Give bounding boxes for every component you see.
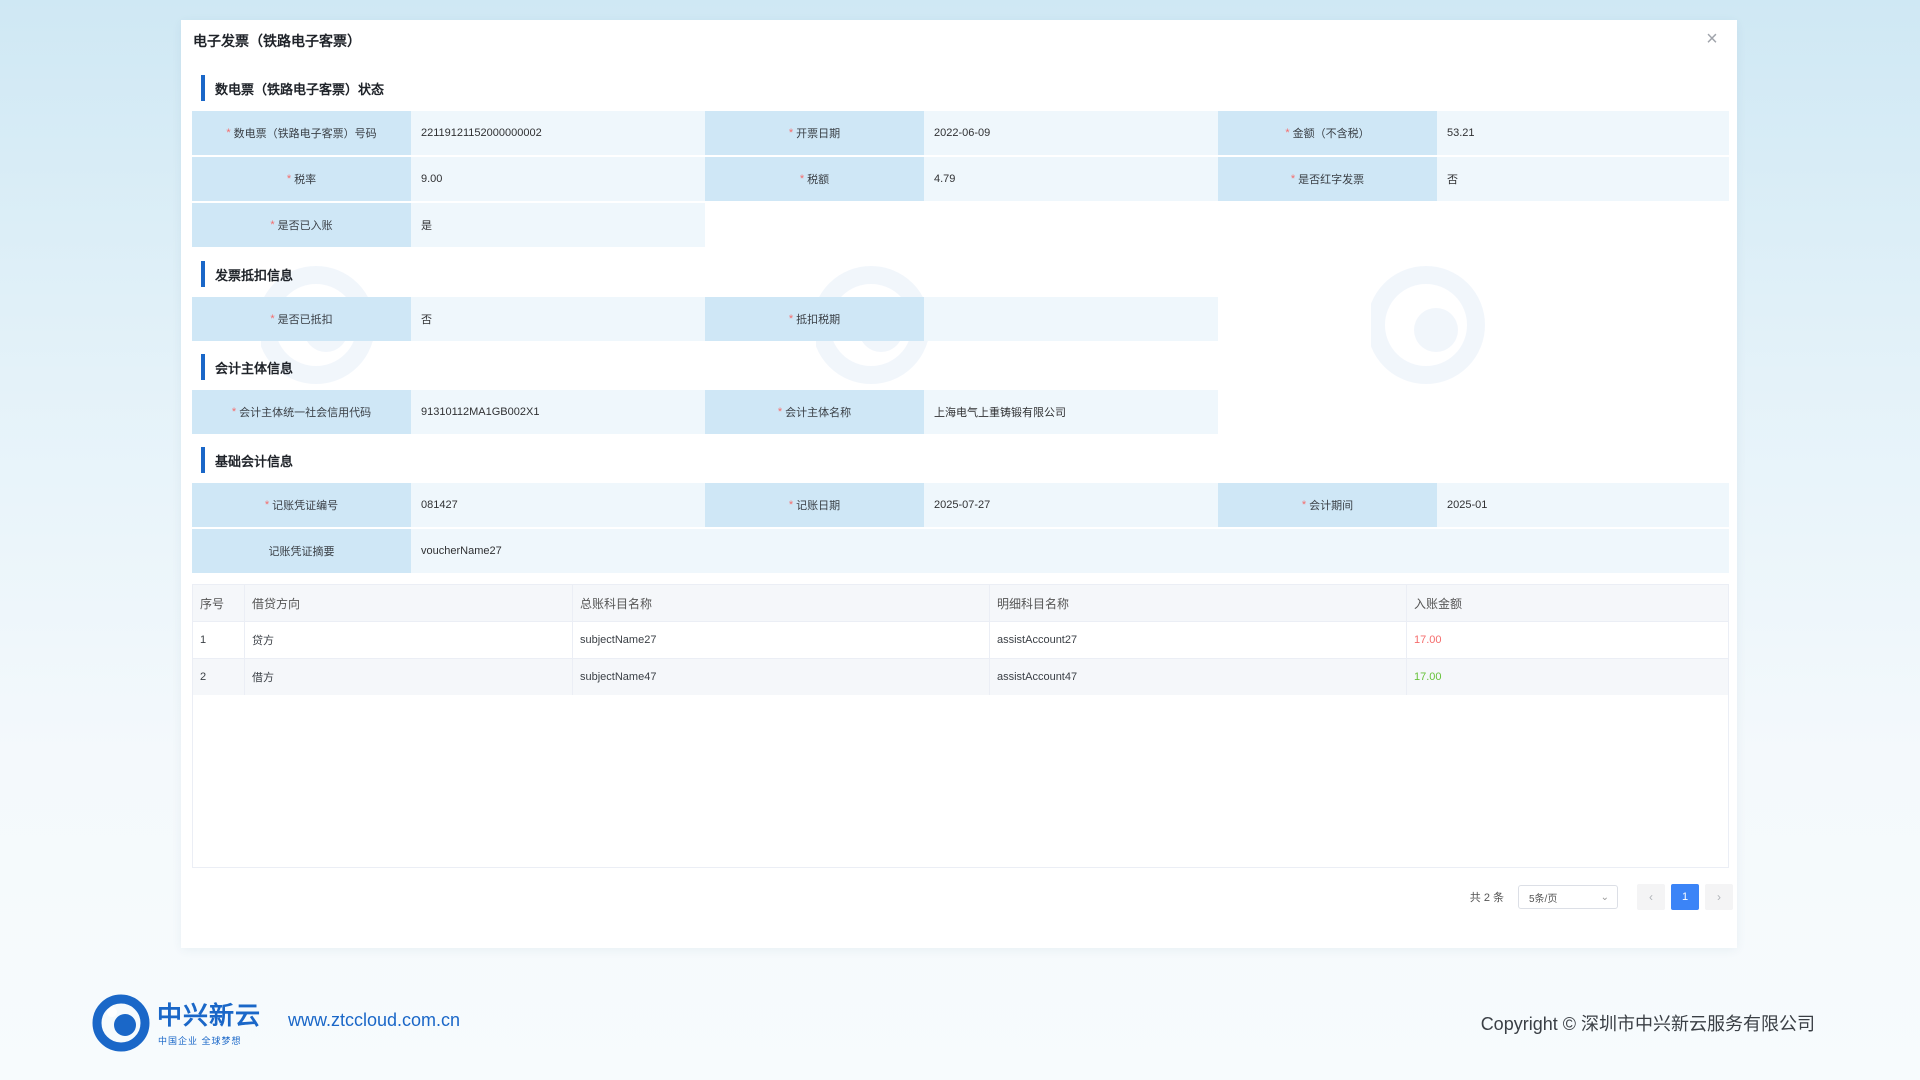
deducted-value: 否 — [411, 297, 705, 341]
deducted-label: * 是否已抵扣 — [192, 297, 411, 341]
red-invoice-value: 否 — [1437, 157, 1729, 201]
row-amount: 17.00 — [1414, 671, 1442, 683]
section-title: 发票抵扣信息 — [215, 267, 294, 283]
logo-slogan: 中国企业 全球梦想 — [158, 1036, 242, 1046]
status-form: * 数电票（铁路电子客票）号码 22119121152000000002 * 开票日… — [192, 111, 1729, 247]
tax-amount-label: * 税额 — [705, 157, 924, 201]
tax-amount-value: 4.79 — [924, 157, 1218, 201]
amount-label: * 金额（不含税） — [1218, 111, 1437, 155]
invoice-dialog: 电子发票（铁路电子客票） × 数电票（铁路电子客票）状态 * 数电票（铁路电子客票… — [181, 20, 1737, 948]
row-index: 2 — [193, 659, 245, 695]
invoice-number-label: * 数电票（铁路电子客票）号码 — [192, 111, 411, 155]
section-deduction-heading: 发票抵扣信息 — [201, 261, 293, 287]
table-row[interactable]: 1 贷方 subjectName27 assistAccount27 17.00 — [193, 621, 1728, 658]
chevron-down-icon: ⌄ — [1600, 891, 1609, 903]
section-accounting-heading: 基础会计信息 — [201, 447, 293, 473]
company-logo-icon — [92, 994, 150, 1052]
booked-value: 是 — [411, 203, 705, 247]
row-subject: subjectName47 — [573, 659, 990, 695]
footer: 中兴新云 中国企业 全球梦想 www.ztccloud.com.cn Copyr… — [0, 990, 1920, 1060]
column-header-amount: 入账金额 — [1414, 596, 1463, 611]
issue-date-value: 2022-06-09 — [924, 111, 1218, 155]
tax-rate-label: * 税率 — [192, 157, 411, 201]
amount-value: 53.21 — [1437, 111, 1729, 155]
prev-page-button[interactable]: ‹ — [1637, 884, 1665, 910]
entries-table: 序号 借贷方向 总账科目名称 明细科目名称 入账金额 1 贷方 subjectN… — [192, 584, 1729, 868]
deduction-form: * 是否已抵扣 否 * 抵扣税期 — [192, 297, 1729, 341]
table-row[interactable]: 2 借方 subjectName47 assistAccount47 17.00 — [193, 658, 1728, 695]
accounting-form: * 记账凭证编号 081427 * 记账日期 2025-07-27 * 会计期间 20… — [192, 483, 1729, 573]
logo-name: 中兴新云 — [157, 1002, 262, 1030]
pagination: 共 2 条 5条/页 ⌄ ‹ 1 › — [1470, 883, 1736, 911]
column-header-assist: 明细科目名称 — [990, 585, 1407, 621]
page-size-value: 5条/页 — [1529, 893, 1558, 905]
row-amount: 17.00 — [1414, 634, 1442, 646]
section-marker — [201, 354, 205, 380]
credit-code-label: * 会计主体统一社会信用代码 — [192, 390, 411, 434]
section-entity-heading: 会计主体信息 — [201, 354, 293, 380]
section-title: 会计主体信息 — [215, 360, 294, 376]
entity-name-label: * 会计主体名称 — [705, 390, 924, 434]
row-direction: 借方 — [245, 659, 573, 695]
voucher-number-value: 081427 — [411, 483, 705, 527]
page-size-select[interactable]: 5条/页 ⌄ — [1518, 885, 1618, 909]
section-title: 基础会计信息 — [215, 453, 294, 469]
credit-code-value: 91310112MA1GB002X1 — [411, 390, 705, 434]
column-header-direction: 借贷方向 — [245, 585, 573, 621]
row-direction: 贷方 — [245, 622, 573, 658]
deduction-period-value — [924, 297, 1218, 341]
red-invoice-label: * 是否红字发票 — [1218, 157, 1437, 201]
tax-rate-value: 9.00 — [411, 157, 705, 201]
row-assist: assistAccount47 — [990, 659, 1407, 695]
voucher-number-label: * 记账凭证编号 — [192, 483, 411, 527]
table-header: 序号 借贷方向 总账科目名称 明细科目名称 入账金额 — [193, 585, 1728, 621]
entity-name-value: 上海电气上重铸锻有限公司 — [924, 390, 1218, 434]
invoice-number-value: 22119121152000000002 — [411, 111, 705, 155]
accounting-period-label: * 会计期间 — [1218, 483, 1437, 527]
website-link[interactable]: www.ztccloud.com.cn — [288, 1010, 460, 1031]
copyright-text: Copyright © 深圳市中兴新云服务有限公司 — [1480, 1014, 1815, 1034]
issue-date-label: * 开票日期 — [705, 111, 924, 155]
section-marker — [201, 447, 205, 473]
entity-form: * 会计主体统一社会信用代码 91310112MA1GB002X1 * 会计主体名称… — [192, 390, 1729, 434]
page-number-button[interactable]: 1 — [1671, 884, 1699, 910]
deduction-period-label: * 抵扣税期 — [705, 297, 924, 341]
row-index: 1 — [193, 622, 245, 658]
voucher-summary-value: voucherName27 — [411, 529, 1729, 573]
close-icon[interactable]: × — [1699, 26, 1725, 52]
column-header-index: 序号 — [193, 585, 245, 621]
column-header-subject: 总账科目名称 — [573, 585, 990, 621]
section-marker — [201, 75, 205, 101]
booking-date-label: * 记账日期 — [705, 483, 924, 527]
section-marker — [201, 261, 205, 287]
next-page-button[interactable]: › — [1705, 884, 1733, 910]
row-subject: subjectName27 — [573, 622, 990, 658]
booking-date-value: 2025-07-27 — [924, 483, 1218, 527]
booked-label: * 是否已入账 — [192, 203, 411, 247]
accounting-period-value: 2025-01 — [1437, 483, 1729, 527]
section-status-heading: 数电票（铁路电子客票）状态 — [201, 75, 384, 101]
dialog-title: 电子发票（铁路电子客票） — [193, 33, 361, 49]
row-assist: assistAccount27 — [990, 622, 1407, 658]
voucher-summary-label: 记账凭证摘要 — [192, 529, 411, 573]
section-title: 数电票（铁路电子客票）状态 — [215, 81, 385, 97]
total-count: 共 2 条 — [1469, 892, 1504, 904]
